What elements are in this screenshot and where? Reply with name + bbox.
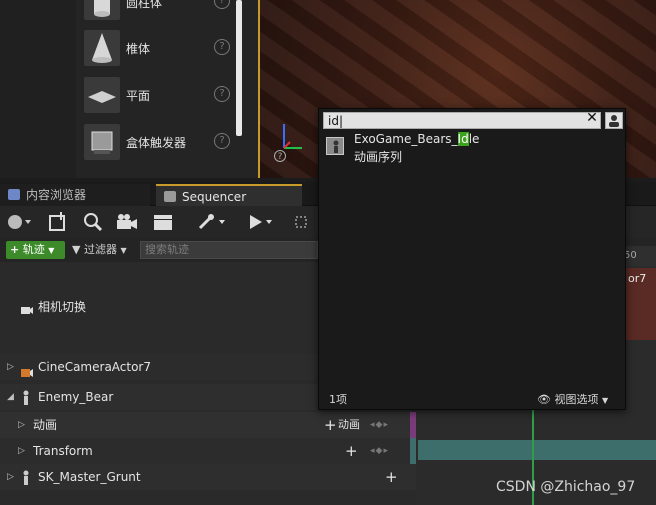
track-row-animation[interactable]: ▷ 动画 + 动画 ◂◆▸ <box>0 412 416 438</box>
collapse-arrow-icon[interactable]: ◢ <box>7 384 14 410</box>
transform-section-bar[interactable] <box>418 440 656 460</box>
place-actors-categories <box>0 0 76 178</box>
cylinder-icon <box>84 0 120 20</box>
track-label: SK_Master_Grunt <box>38 470 141 484</box>
animation-sequence-icon <box>326 137 344 155</box>
place-item-label: 盒体触发器 <box>126 136 187 150</box>
help-icon[interactable]: ? <box>214 39 230 55</box>
camera-cut-thumbnail: or7 <box>624 268 656 340</box>
world-settings-button[interactable] <box>4 210 34 234</box>
result-count: 1项 <box>329 393 347 406</box>
place-item-plane[interactable]: 平面 ? <box>84 73 236 117</box>
plus-icon: + <box>10 243 20 256</box>
track-label: Enemy_Bear <box>38 390 114 404</box>
expand-arrow-icon[interactable]: ▷ <box>7 354 14 380</box>
add-track-plus-button[interactable]: + <box>385 464 398 490</box>
globe-icon <box>8 215 31 229</box>
clapper-icon <box>154 215 172 230</box>
help-icon[interactable]: ? <box>214 0 230 9</box>
track-label: Transform <box>33 444 93 458</box>
plane-icon <box>84 77 120 113</box>
add-animation-label[interactable]: 动画 <box>338 412 360 438</box>
add-keyframe-icon <box>49 212 65 231</box>
asset-name: ExoGame_Bears_Idle <box>354 132 480 146</box>
watermark: CSDN @Zhichao_97 <box>496 479 636 495</box>
chevron-down-icon: ▼ <box>48 246 55 255</box>
eye-icon: 👁 <box>537 393 551 406</box>
filters-dropdown[interactable]: ▼ 过滤器 ▼ <box>72 241 127 259</box>
add-track-label: 轨迹 <box>22 243 45 256</box>
user-filter-icon[interactable] <box>605 112 623 129</box>
place-actors-panel: 圆柱体 ? 椎体 ? 平面 ? 盒体触发器 ? <box>0 0 258 178</box>
filters-label: 过滤器 <box>83 243 117 256</box>
skeletal-mesh-icon <box>20 469 32 495</box>
animation-picker-popup: id| ✕ ExoGame_Bears_Idle 动画序列 1项 👁 视图选项 … <box>318 108 626 410</box>
help-icon[interactable]: ? <box>214 86 230 102</box>
asset-type: 动画序列 <box>354 150 403 164</box>
place-item-label: 椎体 <box>126 42 151 56</box>
marquee-icon <box>295 216 307 228</box>
search-match-highlight: Id <box>457 132 469 146</box>
asset-search-value: id <box>328 114 339 128</box>
cone-icon <box>84 30 120 66</box>
add-animation-button[interactable]: + <box>324 412 337 438</box>
tab-content-browser[interactable]: 内容浏览器 <box>0 184 150 206</box>
place-item-cylinder[interactable]: 圆柱体 ? <box>84 0 236 24</box>
wrench-icon <box>198 214 225 230</box>
sequencer-icon <box>164 191 176 202</box>
expand-arrow-icon[interactable]: ▷ <box>18 412 25 438</box>
view-options-label: 视图选项 <box>554 393 599 406</box>
tools-dropdown[interactable] <box>194 210 232 234</box>
search-button[interactable] <box>80 210 106 234</box>
place-item-cone[interactable]: 椎体 ? <box>84 26 236 70</box>
render-movie-button[interactable] <box>150 210 176 234</box>
tab-sequencer[interactable]: Sequencer <box>156 184 302 206</box>
add-track-button[interactable]: + 轨迹 ▼ <box>6 241 65 259</box>
add-key-button[interactable]: + <box>345 438 358 464</box>
help-icon[interactable]: ? <box>214 133 230 149</box>
search-icon <box>84 213 103 232</box>
asset-result-item[interactable]: ExoGame_Bears_Idle 动画序列 <box>322 131 622 171</box>
play-icon <box>250 215 272 229</box>
tab-label: Sequencer <box>182 190 247 204</box>
search-tracks-input[interactable]: 搜索轨迹 <box>140 241 318 259</box>
place-item-label: 圆柱体 <box>126 0 163 10</box>
view-options-button[interactable]: 👁 视图选项 ▼ <box>537 391 608 407</box>
camera-button[interactable] <box>114 210 140 234</box>
track-label: 相机切换 <box>38 300 87 314</box>
expand-arrow-icon[interactable]: ▷ <box>18 438 25 464</box>
track-label: 动画 <box>33 418 58 432</box>
filter-icon: ▼ <box>72 243 81 256</box>
camera-cut-icon <box>20 300 34 314</box>
thumbnail-label: or7 <box>628 272 647 285</box>
keyframe-nav-icon[interactable]: ◂◆▸ <box>370 438 389 464</box>
asset-search-input[interactable]: id| <box>323 112 601 129</box>
track-row-transform[interactable]: ▷ Transform + ◂◆▸ <box>0 438 416 464</box>
keyframe-nav-icon[interactable]: ◂◆▸ <box>370 412 389 438</box>
chevron-down-icon: ▼ <box>601 396 609 405</box>
new-shot-button[interactable] <box>44 210 70 234</box>
tab-label: 内容浏览器 <box>26 188 87 202</box>
place-item-label: 平面 <box>126 89 151 103</box>
box-trigger-icon <box>84 124 120 160</box>
chevron-down-icon: ▼ <box>120 246 127 255</box>
playback-dropdown[interactable] <box>244 210 278 234</box>
content-browser-icon <box>8 189 20 200</box>
expand-arrow-icon[interactable]: ▷ <box>7 464 14 490</box>
clear-search-icon[interactable]: ✕ <box>585 110 599 127</box>
place-item-box-trigger[interactable]: 盒体触发器 ? <box>84 120 236 164</box>
selection-dropdown[interactable] <box>290 210 318 234</box>
track-row-sk-master-grunt[interactable]: ▷ SK_Master_Grunt + <box>0 464 416 490</box>
track-label: CineCameraActor7 <box>38 360 152 374</box>
camera-icon <box>117 214 137 229</box>
viewport-help-icon[interactable]: ? <box>274 150 286 162</box>
place-actors-scrollbar[interactable] <box>236 0 242 136</box>
search-tracks-placeholder: 搜索轨迹 <box>145 243 189 256</box>
